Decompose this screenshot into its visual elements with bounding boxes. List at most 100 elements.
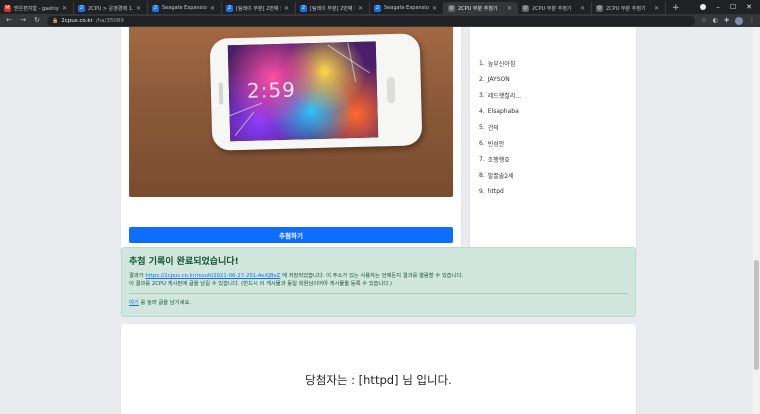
ranking-list: 1. 높부신아침 2. JAYSON 3. 레드햇칠리... 4. Elsaphaba 5. 건덕… xyxy=(479,56,521,199)
tab-title: 2CPU 무분 추첨기 xyxy=(458,5,498,12)
rank-number: 2. xyxy=(479,76,485,84)
window-controls: – ☐ ✕ xyxy=(700,0,760,14)
tab-favicon-icon: 2 xyxy=(152,4,159,12)
close-tab-icon[interactable]: ✕ xyxy=(284,5,289,12)
here-link[interactable]: 여기 xyxy=(129,300,139,306)
phone-clock: 2:59 xyxy=(246,77,297,103)
record-icon[interactable] xyxy=(700,4,707,10)
browser-tab[interactable]: 2Seagate Expansion Po...✕ xyxy=(370,2,444,14)
alert-line-3: 여기 를 눌러 글을 남기세요. xyxy=(129,300,192,306)
rank-number: 8. xyxy=(479,171,485,179)
list-item: 3. 레드햇칠리... xyxy=(479,88,521,104)
tab-favicon-icon: 2 xyxy=(226,4,233,12)
alert-line-2: 이 결과를 2CPU 게시판에 글을 남길 수 있습니다. (반드시 이 게시물… xyxy=(129,281,392,287)
reload-icon[interactable]: ↻ xyxy=(33,14,41,27)
tab-title: 받은편지함 - gaehiyu... xyxy=(14,5,59,12)
rank-name: 빈성안 xyxy=(487,140,505,148)
list-item: 5. 건덕 xyxy=(479,120,521,136)
close-tab-icon[interactable]: ✕ xyxy=(62,5,67,12)
browser-tab[interactable]: 2Seagate Expansion Po...✕ xyxy=(148,2,222,14)
avatar[interactable] xyxy=(735,16,743,25)
rank-name: Elsaphaba xyxy=(487,108,519,116)
address-bar[interactable]: 🔒 2cpus.co.kr/ha/35089 xyxy=(47,15,696,26)
tab-strip: M받은편지함 - gaehiyu...✕22CPU > 운영경매 1.리...✕… xyxy=(0,0,760,14)
tab-favicon-icon: ◎ xyxy=(596,4,603,12)
list-item: 7. 조행행호 xyxy=(479,151,521,167)
alert-heading: 추첨 기록이 완료되었습니다! xyxy=(129,257,239,267)
draw-button[interactable]: 추첨하기 xyxy=(129,227,453,243)
close-tab-icon[interactable]: ✕ xyxy=(210,5,215,12)
phone-home-button xyxy=(386,76,396,104)
tab-title: [팀레이 무분] 2번째 회... xyxy=(236,5,281,12)
new-tab-button[interactable]: + xyxy=(666,2,686,14)
rank-name: 높부신아침 xyxy=(487,61,516,69)
minimize-icon[interactable]: – xyxy=(716,0,720,14)
rank-number: 4. xyxy=(479,108,485,116)
url-path: /ha/35089 xyxy=(95,17,124,24)
rank-name: 조행행호 xyxy=(487,156,510,164)
list-item: 4. Elsaphaba xyxy=(479,104,521,120)
browser-tab[interactable]: ◎ 2CPU 무분 추첨기 ✕ xyxy=(444,2,518,14)
rank-number: 7. xyxy=(479,155,485,163)
alert-line-1: 결과가 https://2cpus.co.kr/result/2021-06-2… xyxy=(129,273,464,279)
phone-image: 2:59 xyxy=(209,33,423,151)
browser-tab[interactable]: M받은편지함 - gaehiyu...✕ xyxy=(0,2,74,14)
close-tab-icon[interactable]: ✕ xyxy=(136,5,141,12)
tab-title: 2CPU 무분 추첨기 xyxy=(532,5,572,12)
scrollbar-thumb[interactable] xyxy=(754,260,759,370)
close-tab-icon[interactable]: ✕ xyxy=(432,5,437,12)
tab-favicon-icon: 2 xyxy=(300,4,307,12)
list-item: 1. 높부신아침 xyxy=(479,56,521,72)
browser-tab[interactable]: ◎ 2CPU 무분 추첨기 ✕ xyxy=(518,2,592,14)
ranking-card: 1. 높부신아침 2. JAYSON 3. 레드햇칠리... 4. Elsaphaba 5. 건덕… xyxy=(470,27,636,259)
rank-name: JAYSON xyxy=(487,76,510,84)
prize-photo: 2:59 xyxy=(129,27,453,197)
tab-favicon-icon: ◎ xyxy=(448,4,455,12)
close-tab-icon[interactable]: ✕ xyxy=(580,5,585,12)
result-link[interactable]: https://2cpus.co.kr/result/2021-06-27-20… xyxy=(145,273,280,279)
tab-title: Seagate Expansion Po... xyxy=(162,5,207,11)
close-window-icon[interactable]: ✕ xyxy=(746,0,752,14)
lock-icon[interactable]: 🔒 xyxy=(52,18,58,24)
tab-favicon-icon: 2 xyxy=(374,4,381,12)
tab-title: [팀레이 무분] 2번째 회... xyxy=(310,5,355,12)
close-tab-icon[interactable]: ✕ xyxy=(358,5,363,12)
list-item: 6. 빈성안 xyxy=(479,135,521,151)
maximize-icon[interactable]: ☐ xyxy=(730,0,736,14)
rank-number: 3. xyxy=(479,92,485,100)
winner-card: 당첨자는 : [httpd] 님 입니다. xyxy=(121,324,636,414)
extension-icon[interactable]: ◐ xyxy=(713,17,718,24)
close-tab-icon[interactable]: ✕ xyxy=(507,5,512,12)
tab-title: 2CPU > 운영경매 1.리... xyxy=(88,5,133,12)
rank-number: 5. xyxy=(479,124,485,131)
rank-number: 6. xyxy=(479,139,485,147)
address-toolbar: ← → ↻ 🔒 2cpus.co.kr/ha/35089 ☆ ◐ ✚ ⋮ xyxy=(0,14,760,27)
result-alert: 추첨 기록이 완료되었습니다! 결과가 https://2cpus.co.kr/… xyxy=(121,247,636,317)
close-tab-icon[interactable]: ✕ xyxy=(654,5,659,12)
tab-title: Seagate Expansion Po... xyxy=(384,5,429,11)
toolbar-icons: ☆ ◐ ✚ ⋮ xyxy=(701,16,755,25)
url-host: 2cpus.co.kr xyxy=(61,17,93,24)
alert-divider xyxy=(129,293,628,294)
rank-name: 발꿀술2세 xyxy=(487,172,514,180)
forward-icon[interactable]: → xyxy=(19,14,27,27)
winner-text: 당첨자는 : [httpd] 님 입니다. xyxy=(305,373,452,387)
menu-icon[interactable]: ⋮ xyxy=(749,17,755,24)
back-icon[interactable]: ← xyxy=(5,14,13,27)
tab-favicon-icon: 2 xyxy=(78,4,85,12)
draw-card: 2:59 추첨하기 xyxy=(121,27,461,259)
tab-list: M받은편지함 - gaehiyu...✕22CPU > 운영경매 1.리...✕… xyxy=(0,0,666,14)
rank-number: 1. xyxy=(479,60,485,68)
list-item: 2. JAYSON xyxy=(479,72,521,88)
rank-name: httpd xyxy=(487,187,504,195)
browser-tab[interactable]: 2[팀레이 무분] 2번째 회...✕ xyxy=(296,2,370,14)
browser-tab[interactable]: ◎ 2CPU 무분 추첨기 ✕ xyxy=(592,2,666,14)
list-item: 9. httpd xyxy=(479,183,521,199)
tab-title: 2CPU 무분 추첨기 xyxy=(606,5,646,12)
star-icon[interactable]: ☆ xyxy=(701,17,706,24)
tab-favicon-icon: M xyxy=(4,4,11,12)
browser-tab[interactable]: 22CPU > 운영경매 1.리...✕ xyxy=(74,2,148,14)
puzzle-icon[interactable]: ✚ xyxy=(724,17,729,24)
phone-sensor xyxy=(218,82,224,105)
browser-tab[interactable]: 2[팀레이 무분] 2번째 회...✕ xyxy=(222,2,296,14)
